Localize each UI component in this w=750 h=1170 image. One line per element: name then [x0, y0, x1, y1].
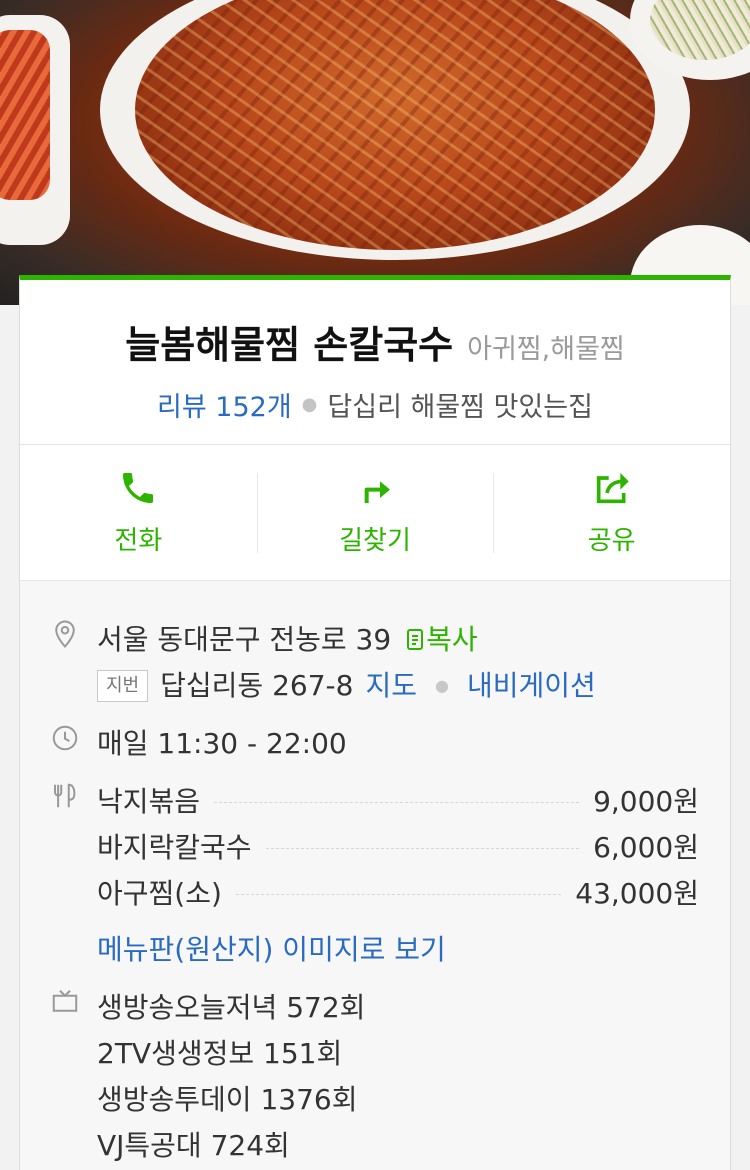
kimchi-side-dish: [0, 30, 50, 200]
call-button[interactable]: 전화: [20, 445, 257, 580]
copy-icon: [407, 629, 424, 650]
separator-dot: ●: [434, 676, 449, 695]
navigation-link[interactable]: 내비게이션: [467, 663, 596, 709]
menu-item-name: 바지락칼국수: [97, 831, 252, 864]
menu-item: 아구찜(소) 43,000원: [97, 871, 699, 917]
business-hours: 매일 11:30 - 22:00: [97, 727, 347, 760]
tv-appearance-item: VJ특공대 724회: [97, 1129, 290, 1162]
location-pin-icon: [50, 619, 80, 649]
place-header: 늘봄해물찜 손칼국수 아귀찜,해물찜 리뷰 152개 ● 답십리 해물찜 맛있는…: [20, 280, 730, 445]
menu-item: 낙지볶음 9,000원: [97, 779, 699, 825]
place-tagline: 답십리 해물찜 맛있는집: [327, 392, 593, 423]
dotted-leader: [214, 801, 580, 803]
menu-item-price: 43,000원: [575, 877, 699, 910]
map-link[interactable]: 지도: [365, 663, 417, 709]
place-title: 늘봄해물찜 손칼국수: [125, 323, 454, 367]
place-category: 아귀찜,해물찜: [467, 334, 625, 365]
action-bar: 전화 길찾기 공유: [20, 445, 730, 581]
clock-icon: [50, 723, 80, 753]
menu-item-price: 9,000원: [593, 785, 699, 818]
separator-dot: ●: [301, 394, 318, 415]
hours-section: 매일 11:30 - 22:00: [50, 721, 730, 767]
dotted-leader: [265, 847, 580, 849]
utensils-icon: [50, 781, 80, 811]
jibun-address: 답십리동 267-8: [160, 669, 354, 702]
place-details: 서울 동대문구 전농로 39 복사 지번 답십리동 267-8 지도 ● 내비게…: [20, 617, 730, 1169]
share-button[interactable]: 공유: [493, 445, 730, 580]
tv-appearance-item: 생방송오늘저녁 572회: [97, 991, 366, 1024]
menu-item-price: 6,000원: [593, 831, 699, 864]
place-info-card: 늘봄해물찜 손칼국수 아귀찜,해물찜 리뷰 152개 ● 답십리 해물찜 맛있는…: [19, 275, 731, 1170]
tv-icon: [50, 987, 80, 1017]
menu-image-link[interactable]: 메뉴판(원산지) 이미지로 보기: [97, 927, 730, 973]
address-section: 서울 동대문구 전농로 39 복사 지번 답십리동 267-8 지도 ● 내비게…: [50, 617, 730, 709]
directions-icon: [364, 481, 390, 503]
jibun-badge: 지번: [97, 670, 149, 702]
menu-item-name: 아구찜(소): [97, 877, 222, 910]
copy-address-button[interactable]: 복사: [406, 623, 478, 656]
menu-item-name: 낙지볶음: [97, 785, 201, 818]
review-count-link[interactable]: 리뷰 152개: [157, 385, 292, 424]
directions-button[interactable]: 길찾기: [256, 445, 494, 580]
copy-label: 복사: [426, 623, 478, 656]
share-label: 공유: [587, 526, 636, 556]
tv-appearances-section: 생방송오늘저녁 572회 2TV생생정보 151회 생방송투데이 1376회 V…: [50, 985, 730, 1169]
menu-item: 바지락칼국수 6,000원: [97, 825, 699, 871]
share-icon: [596, 473, 629, 504]
phone-icon: [123, 473, 154, 503]
road-address: 서울 동대문구 전농로 39: [97, 623, 392, 656]
dotted-leader: [235, 893, 562, 895]
menu-section: 낙지볶음 9,000원 바지락칼국수 6,000원 아구찜(소) 43,000원…: [50, 779, 730, 973]
tv-appearance-item: 2TV생생정보 151회: [97, 1037, 343, 1070]
restaurant-photo[interactable]: [0, 0, 750, 305]
tv-appearance-item: 생방송투데이 1376회: [97, 1083, 358, 1116]
call-label: 전화: [114, 526, 163, 556]
directions-label: 길찾기: [339, 526, 411, 556]
